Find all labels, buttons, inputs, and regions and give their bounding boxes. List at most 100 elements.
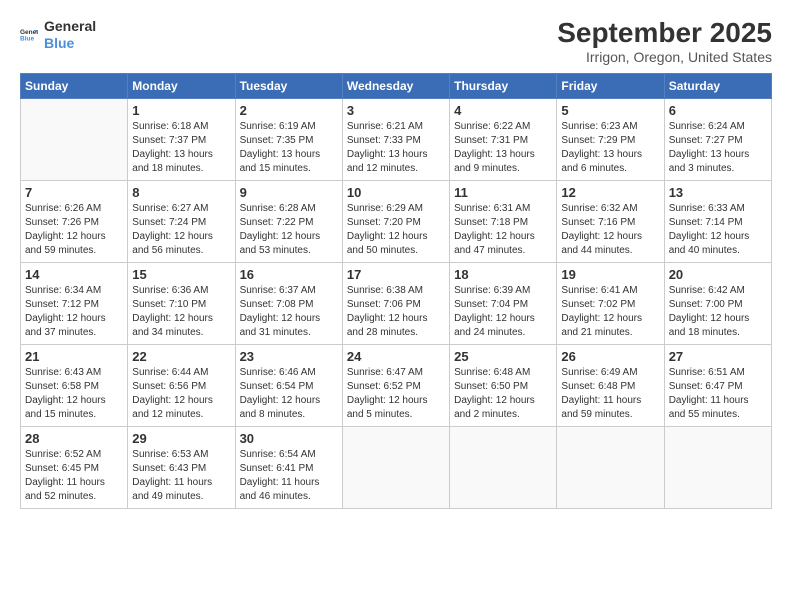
cell-date: 16 [240,267,338,282]
header-day-wednesday: Wednesday [342,73,449,98]
calendar-cell: 20Sunrise: 6:42 AM Sunset: 7:00 PM Dayli… [664,262,771,344]
logo: General Blue General Blue [20,18,96,52]
cell-date: 24 [347,349,445,364]
cell-info: Sunrise: 6:21 AM Sunset: 7:33 PM Dayligh… [347,120,445,176]
calendar-cell: 3 Sunrise: 6:21 AM Sunset: 7:33 PM Daylig… [342,98,449,180]
cell-info: Sunrise: 6:53 AM Sunset: 6:43 PM Dayligh… [132,448,230,504]
cell-info: Sunrise: 6:37 AM Sunset: 7:08 PM Dayligh… [240,284,338,340]
cell-info: Sunrise: 6:41 AM Sunset: 7:02 PM Dayligh… [561,284,659,340]
cell-date: 28 [25,431,123,446]
cell-info: Sunrise: 6:26 AM Sunset: 7:26 PM Dayligh… [25,202,123,258]
cell-date: 22 [132,349,230,364]
cell-info: Sunrise: 6:39 AM Sunset: 7:04 PM Dayligh… [454,284,552,340]
calendar-cell [557,426,664,508]
cell-info: Sunrise: 6:46 AM Sunset: 6:54 PM Dayligh… [240,366,338,422]
cell-info: Sunrise: 6:54 AM Sunset: 6:41 PM Dayligh… [240,448,338,504]
calendar-cell: 8 Sunrise: 6:27 AM Sunset: 7:24 PM Daylig… [128,180,235,262]
calendar-header: SundayMondayTuesdayWednesdayThursdayFrid… [21,73,772,98]
calendar-cell: 23 Sunrise: 6:46 AM Sunset: 6:54 PM Dayli… [235,344,342,426]
cell-date: 23 [240,349,338,364]
header-day-thursday: Thursday [450,73,557,98]
cell-date: 5 [561,103,659,118]
cell-info: Sunrise: 6:18 AM Sunset: 7:37 PM Dayligh… [132,120,230,176]
cell-date: 25 [454,349,552,364]
calendar-cell: 28 Sunrise: 6:52 AM Sunset: 6:45 PM Dayli… [21,426,128,508]
cell-date: 29 [132,431,230,446]
cell-info: Sunrise: 6:27 AM Sunset: 7:24 PM Dayligh… [132,202,230,258]
cell-info: Sunrise: 6:44 AM Sunset: 6:56 PM Dayligh… [132,366,230,422]
logo-general: General [44,18,96,35]
calendar-cell: 10Sunrise: 6:29 AM Sunset: 7:20 PM Dayli… [342,180,449,262]
week-row-1: 7 Sunrise: 6:26 AM Sunset: 7:26 PM Daylig… [21,180,772,262]
calendar-cell: 13Sunrise: 6:33 AM Sunset: 7:14 PM Dayli… [664,180,771,262]
calendar-cell: 7 Sunrise: 6:26 AM Sunset: 7:26 PM Daylig… [21,180,128,262]
cell-date: 1 [132,103,230,118]
cell-date: 7 [25,185,123,200]
cell-date: 17 [347,267,445,282]
calendar-cell: 12 Sunrise: 6:32 AM Sunset: 7:16 PM Dayli… [557,180,664,262]
svg-text:Blue: Blue [20,35,34,42]
cell-info: Sunrise: 6:22 AM Sunset: 7:31 PM Dayligh… [454,120,552,176]
cell-info: Sunrise: 6:52 AM Sunset: 6:45 PM Dayligh… [25,448,123,504]
cell-info: Sunrise: 6:28 AM Sunset: 7:22 PM Dayligh… [240,202,338,258]
cell-date: 15 [132,267,230,282]
page-subtitle: Irrigon, Oregon, United States [557,49,772,65]
title-block: September 2025 Irrigon, Oregon, United S… [557,18,772,65]
calendar-cell: 11 Sunrise: 6:31 AM Sunset: 7:18 PM Dayli… [450,180,557,262]
cell-info: Sunrise: 6:34 AM Sunset: 7:12 PM Dayligh… [25,284,123,340]
header-day-sunday: Sunday [21,73,128,98]
header-day-monday: Monday [128,73,235,98]
cell-date: 21 [25,349,123,364]
header-day-saturday: Saturday [664,73,771,98]
week-row-3: 21 Sunrise: 6:43 AM Sunset: 6:58 PM Dayli… [21,344,772,426]
cell-info: Sunrise: 6:38 AM Sunset: 7:06 PM Dayligh… [347,284,445,340]
cell-date: 30 [240,431,338,446]
cell-date: 26 [561,349,659,364]
cell-date: 20 [669,267,767,282]
cell-date: 3 [347,103,445,118]
cell-date: 9 [240,185,338,200]
cell-info: Sunrise: 6:31 AM Sunset: 7:18 PM Dayligh… [454,202,552,258]
header: General Blue General Blue September 2025… [20,18,772,65]
calendar-cell: 4Sunrise: 6:22 AM Sunset: 7:31 PM Daylig… [450,98,557,180]
calendar-cell [342,426,449,508]
page-title: September 2025 [557,18,772,49]
calendar-cell: 27 Sunrise: 6:51 AM Sunset: 6:47 PM Dayli… [664,344,771,426]
cell-info: Sunrise: 6:33 AM Sunset: 7:14 PM Dayligh… [669,202,767,258]
cell-info: Sunrise: 6:32 AM Sunset: 7:16 PM Dayligh… [561,202,659,258]
calendar-cell: 5 Sunrise: 6:23 AM Sunset: 7:29 PM Daylig… [557,98,664,180]
calendar-cell: 29 Sunrise: 6:53 AM Sunset: 6:43 PM Dayli… [128,426,235,508]
calendar-cell: 18Sunrise: 6:39 AM Sunset: 7:04 PM Dayli… [450,262,557,344]
cell-info: Sunrise: 6:51 AM Sunset: 6:47 PM Dayligh… [669,366,767,422]
calendar-cell [450,426,557,508]
calendar-cell: 17 Sunrise: 6:38 AM Sunset: 7:06 PM Dayli… [342,262,449,344]
calendar-cell: 9 Sunrise: 6:28 AM Sunset: 7:22 PM Daylig… [235,180,342,262]
calendar-cell: 24 Sunrise: 6:47 AM Sunset: 6:52 PM Dayli… [342,344,449,426]
calendar-cell: 22 Sunrise: 6:44 AM Sunset: 6:56 PM Dayli… [128,344,235,426]
calendar-cell: 6Sunrise: 6:24 AM Sunset: 7:27 PM Daylig… [664,98,771,180]
cell-date: 11 [454,185,552,200]
cell-date: 2 [240,103,338,118]
calendar-cell [21,98,128,180]
cell-info: Sunrise: 6:36 AM Sunset: 7:10 PM Dayligh… [132,284,230,340]
cell-info: Sunrise: 6:49 AM Sunset: 6:48 PM Dayligh… [561,366,659,422]
logo-icon: General Blue [20,26,38,44]
calendar-body: 1 Sunrise: 6:18 AM Sunset: 7:37 PM Daylig… [21,98,772,508]
calendar-cell: 19 Sunrise: 6:41 AM Sunset: 7:02 PM Dayli… [557,262,664,344]
calendar-cell: 25Sunrise: 6:48 AM Sunset: 6:50 PM Dayli… [450,344,557,426]
cell-info: Sunrise: 6:43 AM Sunset: 6:58 PM Dayligh… [25,366,123,422]
cell-info: Sunrise: 6:29 AM Sunset: 7:20 PM Dayligh… [347,202,445,258]
week-row-2: 14 Sunrise: 6:34 AM Sunset: 7:12 PM Dayli… [21,262,772,344]
cell-date: 19 [561,267,659,282]
calendar-cell: 15 Sunrise: 6:36 AM Sunset: 7:10 PM Dayli… [128,262,235,344]
calendar-cell: 16 Sunrise: 6:37 AM Sunset: 7:08 PM Dayli… [235,262,342,344]
cell-date: 12 [561,185,659,200]
week-row-4: 28 Sunrise: 6:52 AM Sunset: 6:45 PM Dayli… [21,426,772,508]
cell-date: 14 [25,267,123,282]
cell-info: Sunrise: 6:23 AM Sunset: 7:29 PM Dayligh… [561,120,659,176]
calendar-table: SundayMondayTuesdayWednesdayThursdayFrid… [20,73,772,509]
cell-date: 27 [669,349,767,364]
cell-date: 8 [132,185,230,200]
cell-info: Sunrise: 6:47 AM Sunset: 6:52 PM Dayligh… [347,366,445,422]
calendar-cell: 2Sunrise: 6:19 AM Sunset: 7:35 PM Daylig… [235,98,342,180]
